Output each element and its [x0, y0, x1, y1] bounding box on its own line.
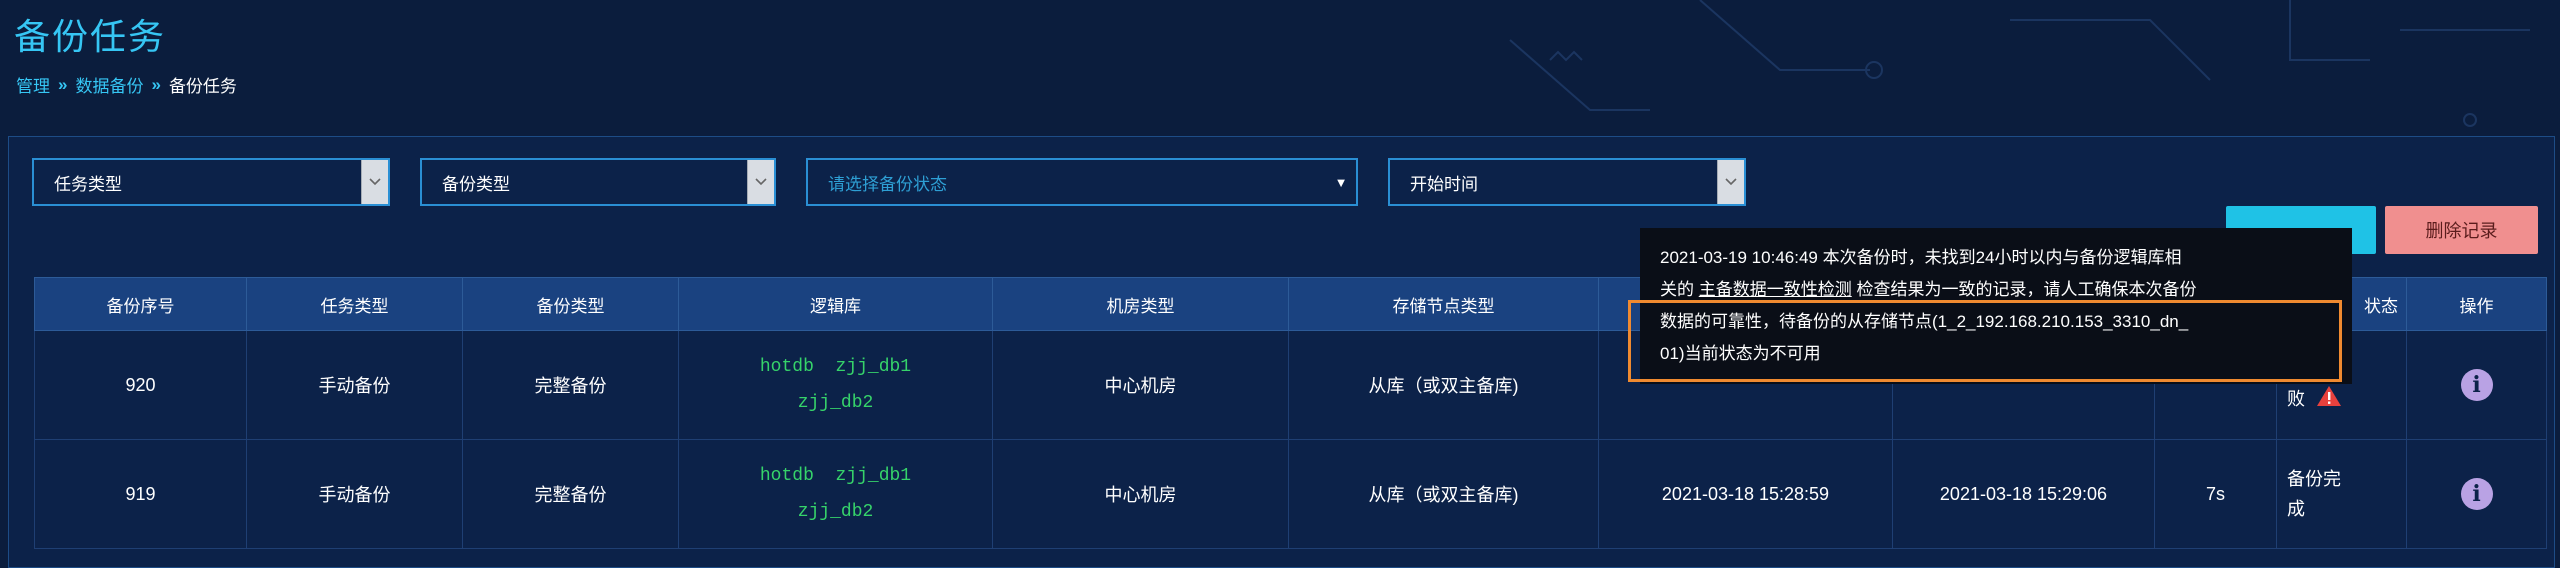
background-circuit-decoration — [1509, 0, 2530, 127]
tooltip-line: 01)当前状态为不可用 — [1660, 344, 1821, 363]
column-header-room-type: 机房类型 — [992, 277, 1289, 331]
cell-id: 920 — [34, 330, 247, 440]
cell-start-time: 2021-03-18 15:28:59 — [1598, 439, 1893, 549]
db-line: zjj_db2 — [797, 502, 874, 522]
db-line: zjj_db2 — [797, 393, 874, 413]
breadcrumb-data-backup[interactable]: 数据备份 — [75, 72, 143, 97]
page-title: 备份任务 — [14, 16, 167, 57]
info-icon[interactable]: i — [2460, 478, 2493, 510]
tooltip-text: 关的 — [1660, 280, 1699, 299]
db-line: hotdb zjj_db1 — [759, 466, 912, 486]
column-header-actions: 操作 — [2406, 277, 2547, 331]
chevron-down-icon[interactable] — [1717, 160, 1744, 204]
table-row: 919 手动备份 完整备份 hotdb zjj_db1 zjj_db2 中心机房… — [34, 439, 2547, 549]
column-header-id: 备份序号 — [34, 277, 247, 331]
breadcrumb-separator-icon: » — [58, 74, 68, 94]
tooltip-line: 2021-03-19 10:46:49 本次备份时，未找到24小时以内与备份逻辑… — [1660, 248, 2182, 267]
cell-end-time: 2021-03-18 15:29:06 — [1892, 439, 2155, 549]
backup-type-value: 备份类型 — [442, 174, 510, 194]
tooltip-line: 数据的可靠性，待备份的从存储节点(1_2_192.168.210.153_331… — [1660, 312, 2189, 331]
cell-logic-db: hotdb zjj_db1 zjj_db2 — [678, 330, 993, 440]
info-icon[interactable]: i — [2460, 369, 2493, 401]
chevron-down-icon[interactable] — [361, 160, 388, 204]
breadcrumb-current: 备份任务 — [168, 77, 237, 96]
warning-tooltip: 2021-03-19 10:46:49 本次备份时，未找到24小时以内与备份逻辑… — [1640, 228, 2352, 384]
status-line: 败 — [2287, 389, 2305, 410]
chevron-down-icon[interactable] — [747, 160, 774, 204]
cell-logic-db: hotdb zjj_db1 zjj_db2 — [678, 439, 993, 549]
start-time-select[interactable]: 开始时间 — [1388, 158, 1746, 206]
cell-actions: i — [2406, 439, 2547, 549]
cell-actions: i — [2406, 330, 2547, 440]
cell-id: 919 — [34, 439, 247, 549]
consistency-check-link[interactable]: 主备数据一致性检测 — [1699, 280, 1852, 299]
breadcrumb-manage[interactable]: 管理 — [16, 72, 50, 97]
cell-duration: 7s — [2154, 439, 2277, 549]
cell-room-type: 中心机房 — [992, 439, 1289, 549]
status-line: 成 — [2287, 499, 2305, 519]
column-header-backup-type: 备份类型 — [462, 277, 679, 331]
start-time-value: 开始时间 — [1410, 174, 1478, 194]
status-line-wrap: 败 — [2287, 384, 2405, 416]
backup-status-select[interactable]: 请选择备份状态 ▼ — [806, 158, 1358, 206]
db-line: hotdb zjj_db1 — [759, 357, 912, 377]
column-header-task-type: 任务类型 — [246, 277, 463, 331]
cell-room-type: 中心机房 — [992, 330, 1289, 440]
delete-record-button[interactable]: 删除记录 — [2385, 206, 2538, 254]
column-header-node-type: 存储节点类型 — [1288, 277, 1599, 331]
status-line: 备份完 — [2287, 469, 2341, 489]
caret-down-icon[interactable]: ▼ — [1326, 175, 1356, 190]
task-type-select[interactable]: 任务类型 — [32, 158, 390, 206]
breadcrumb-separator-icon: » — [151, 74, 161, 94]
column-header-logic-db: 逻辑库 — [678, 277, 993, 331]
backup-status-placeholder: 请选择备份状态 — [828, 174, 947, 194]
cell-backup-type: 完整备份 — [462, 330, 679, 440]
cell-node-type: 从库（或双主备库) — [1288, 439, 1599, 549]
tooltip-line-2: 关的 主备数据一致性检测 检查结果为一致的记录，请人工确保本次备份 — [1660, 274, 2334, 306]
cell-node-type: 从库（或双主备库) — [1288, 330, 1599, 440]
breadcrumb: 管理 » 数据备份 » 备份任务 — [16, 72, 237, 97]
cell-task-type: 手动备份 — [246, 330, 463, 440]
cell-backup-type: 完整备份 — [462, 439, 679, 549]
tooltip-text: 检查结果为一致的记录，请人工确保本次备份 — [1851, 280, 2197, 299]
cell-task-type: 手动备份 — [246, 439, 463, 549]
warning-icon[interactable] — [2316, 385, 2342, 416]
backup-type-select[interactable]: 备份类型 — [420, 158, 776, 206]
cell-status: 备份完 成 — [2276, 439, 2407, 549]
task-type-value: 任务类型 — [54, 174, 122, 194]
